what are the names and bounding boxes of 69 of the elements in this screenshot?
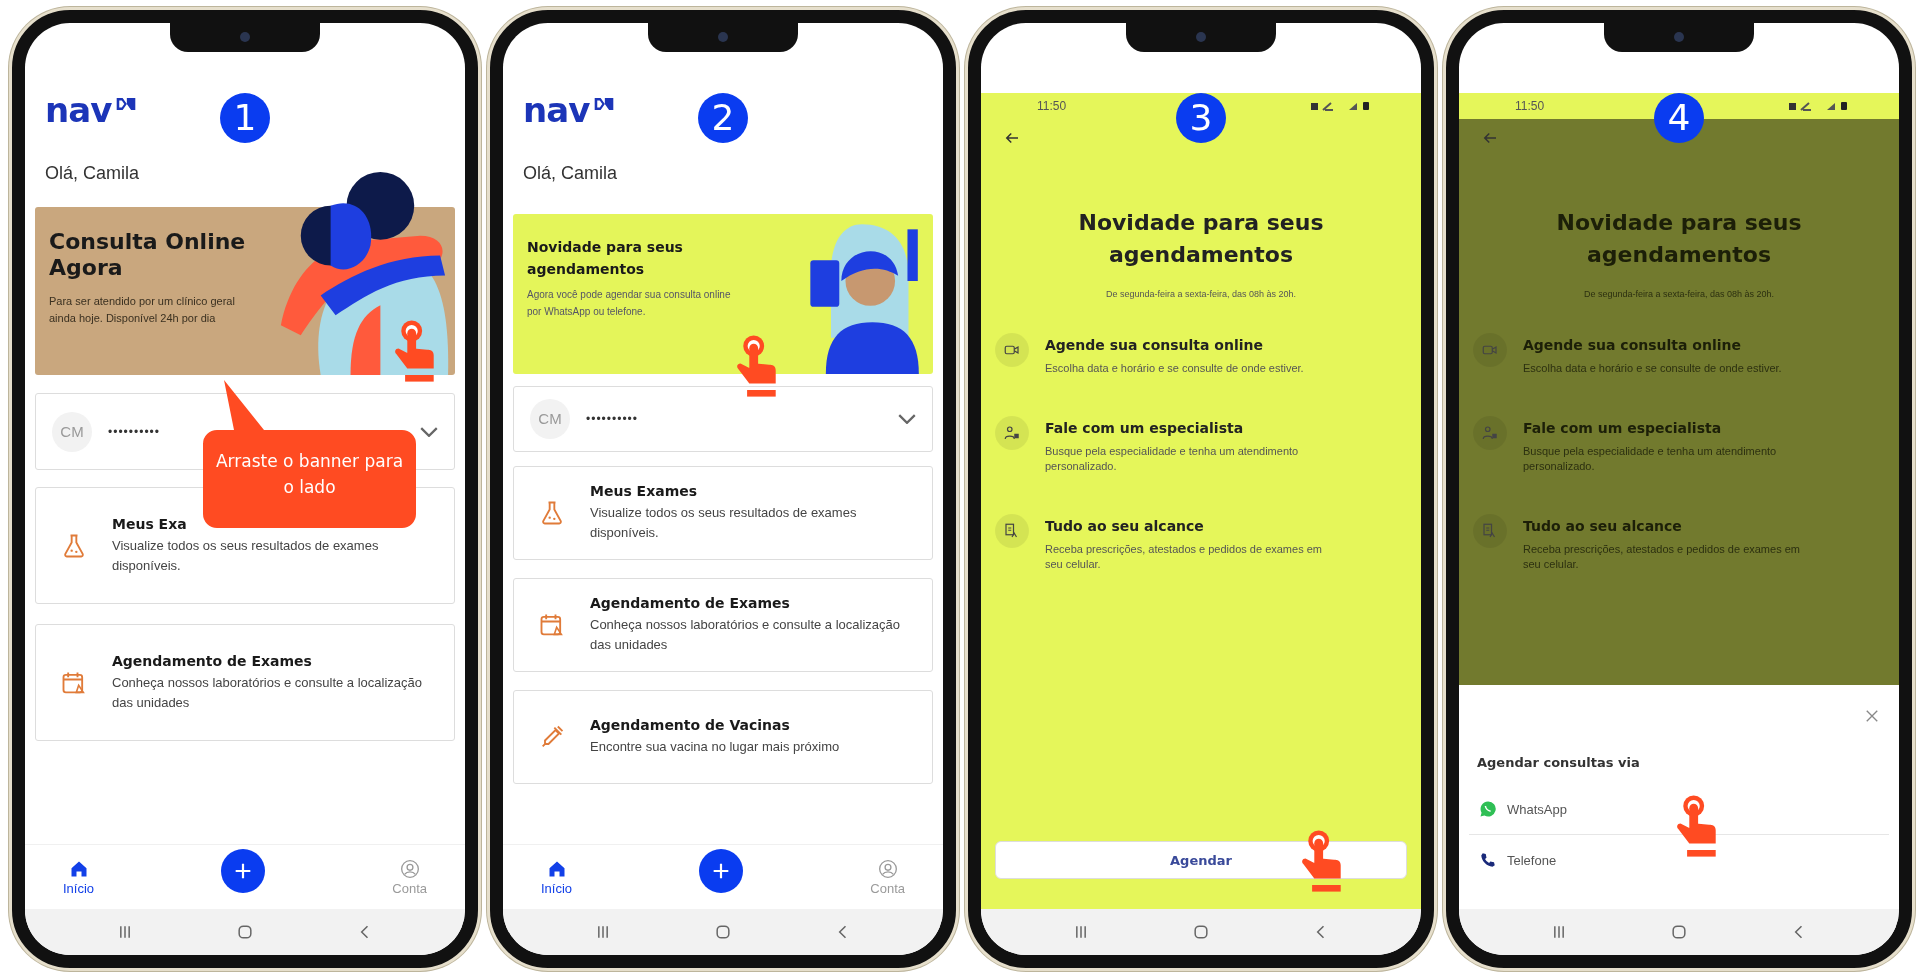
masked-name: •••••••••• bbox=[108, 424, 161, 439]
person-icon bbox=[1003, 424, 1021, 442]
feature-text: Busque pela especialidade e tenha um atendimento personalizado. bbox=[1523, 444, 1778, 474]
schedule-text: De segunda-feira a sexta-feira, das 08h às 20h. bbox=[1582, 289, 1776, 299]
home-button-icon bbox=[1669, 922, 1689, 942]
app-logo: nav bbox=[45, 93, 112, 127]
masked-name: •••••••••• bbox=[586, 412, 639, 426]
card-title: Meus Exames bbox=[590, 483, 698, 499]
home-button-icon bbox=[713, 922, 733, 942]
feature-title: Tudo ao seu alcance bbox=[1523, 518, 1683, 534]
feature-text: Escolha data e horário e se consulte de onde estiver. bbox=[1523, 361, 1782, 376]
logo-mark-icon bbox=[593, 96, 616, 112]
user-icon bbox=[399, 858, 420, 879]
logo-mark-icon bbox=[115, 96, 138, 112]
card-text: Encontre sua vacina no lugar mais próximo bbox=[590, 738, 840, 756]
status-icons bbox=[1311, 101, 1371, 111]
status-time: 11:50 bbox=[1515, 99, 1545, 113]
card-title: Meus Exa bbox=[112, 515, 187, 532]
feature-title: Agende sua consulta online bbox=[1523, 337, 1742, 353]
card-text: Visualize todos os seus resultados de exames disponíveis. bbox=[590, 504, 858, 542]
card-text: Conheça nossos laboratórios e consulte a localização das unidades bbox=[590, 616, 902, 654]
avatar-initials: CM bbox=[530, 399, 570, 439]
avatar-initials: CM bbox=[52, 411, 92, 452]
chat-bubble-icon bbox=[1479, 800, 1497, 818]
status-icons bbox=[1789, 101, 1849, 111]
greeting-text: Olá, Camila bbox=[45, 163, 141, 184]
feature-title: Fale com um especialista bbox=[1523, 420, 1723, 436]
nav-tab[interactable]: Início bbox=[533, 854, 581, 900]
contact-option[interactable]: Telefone bbox=[1469, 835, 1889, 885]
chevron-down-icon bbox=[420, 426, 438, 437]
sheet-title: Agendar consultas via bbox=[1477, 755, 1641, 770]
menu-card[interactable]: Agendamento de Vacinas Encontre sua vacina no lugar mais próximo bbox=[513, 690, 933, 784]
schedule-text: De segunda-feira a sexta-feira, das 08h às 20h. bbox=[1104, 289, 1298, 299]
feature-title: Fale com um especialista bbox=[1045, 420, 1245, 436]
menu-card[interactable]: Agendamento de Exames Conheça nossos laboratórios e consulte a localização das unidades bbox=[35, 624, 455, 741]
home-button-icon bbox=[235, 922, 255, 942]
card-text: Conheça nossos laboratórios e consulte a localização das unidades bbox=[112, 673, 424, 712]
banner-text: Para ser atendido por um clínico geral ainda hoje. Disponível 24h por dia bbox=[49, 294, 236, 326]
home-button-icon bbox=[1191, 922, 1211, 942]
feature-title: Agende sua consulta online bbox=[1045, 337, 1264, 353]
nav-tab[interactable]: Início bbox=[55, 854, 103, 900]
person-icon bbox=[1481, 424, 1499, 442]
greeting-text: Olá, Camila bbox=[523, 163, 619, 184]
menu-card[interactable]: Agendamento de Exames Conheça nossos laboratórios e consulte a localização das unidades bbox=[513, 578, 933, 672]
add-button[interactable] bbox=[699, 849, 744, 893]
screen-title: Novidade para seus agendamentos bbox=[1077, 209, 1325, 269]
card-title: Agendamento de Vacinas bbox=[590, 717, 790, 733]
promo-banner[interactable]: Novidade para seus agendamentos Agora você pode agendar sua consulta online por WhatsApp ou telefone. bbox=[513, 214, 933, 374]
card-title: Agendamento de Exames bbox=[590, 595, 790, 611]
feature-text: Receba prescrições, atestados e pedidos de exames em seu celular. bbox=[1523, 542, 1801, 572]
card-text: Visualize todos os seus resultados de exames disponíveis. bbox=[112, 536, 380, 575]
menu-card[interactable]: Meus Exames Visualize todos os seus resultados de exames disponíveis. bbox=[513, 466, 933, 560]
card-title: Agendamento de Exames bbox=[112, 652, 312, 669]
account-selector[interactable]: CM •••••••••• bbox=[513, 386, 933, 452]
screen-title: Novidade para seus agendamentos bbox=[1555, 209, 1803, 269]
schedule-button[interactable]: Agendar bbox=[995, 841, 1407, 879]
feature-text: Escolha data e horário e se consulte de onde estiver. bbox=[1045, 361, 1304, 376]
banner-title: Novidade para seus agendamentos bbox=[527, 238, 684, 279]
status-time: 11:50 bbox=[1037, 99, 1067, 113]
feature-title: Tudo ao seu alcance bbox=[1045, 518, 1205, 534]
feature-text: Busque pela especialidade e tenha um atendimento personalizado. bbox=[1045, 444, 1300, 474]
banner-title: Consulta Online Agora bbox=[49, 229, 247, 281]
chevron-down-icon bbox=[898, 414, 916, 424]
phone-handset-icon bbox=[1479, 851, 1497, 869]
add-button[interactable] bbox=[221, 849, 266, 893]
banner-text: Agora você pode agendar sua consulta online por WhatsApp ou telefone. bbox=[527, 288, 732, 319]
app-logo: nav bbox=[523, 93, 590, 127]
user-icon bbox=[877, 858, 898, 879]
feature-text: Receba prescrições, atestados e pedidos de exames em seu celular. bbox=[1045, 542, 1323, 572]
